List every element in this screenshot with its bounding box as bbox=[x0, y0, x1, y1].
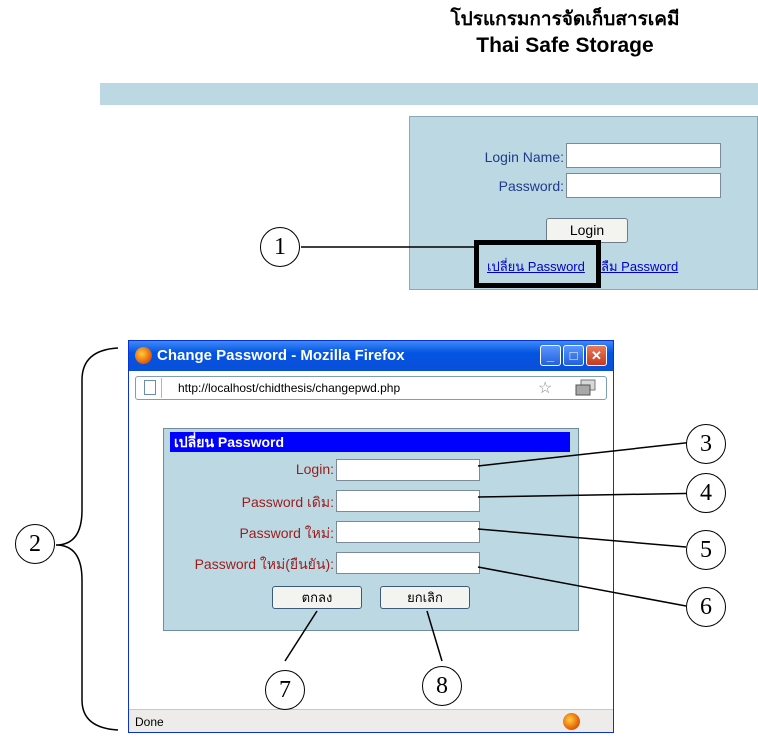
url-separator bbox=[161, 378, 162, 398]
status-text: Done bbox=[135, 715, 164, 729]
callout-3: 3 bbox=[686, 424, 726, 464]
cancel-button[interactable]: ยกเลิก bbox=[380, 586, 470, 609]
callout-4: 4 bbox=[686, 473, 726, 513]
url-text[interactable]: http://localhost/chidthesis/changepwd.ph… bbox=[178, 381, 400, 395]
window-titlebar[interactable]: Change Password - Mozilla Firefox _ □ ✕ bbox=[129, 341, 613, 371]
url-bar[interactable]: http://localhost/chidthesis/changepwd.ph… bbox=[135, 376, 607, 400]
forgot-password-link[interactable]: ลืม Password bbox=[601, 256, 678, 277]
confirm-password-label: Password ใหม่(ยืนยัน): bbox=[194, 556, 334, 572]
bookmark-star-icon[interactable]: ☆ bbox=[538, 378, 552, 398]
firefox-logo-icon bbox=[135, 347, 152, 364]
password-input[interactable] bbox=[566, 173, 721, 198]
minimize-icon[interactable]: _ bbox=[540, 345, 561, 366]
firefox-status-icon bbox=[563, 713, 580, 730]
window-title: Change Password - Mozilla Firefox bbox=[157, 347, 405, 364]
old-password-label: Password เดิม: bbox=[241, 494, 334, 510]
login-field-label: Login: bbox=[295, 461, 334, 477]
maximize-icon[interactable]: □ bbox=[563, 345, 584, 366]
old-password-input[interactable] bbox=[336, 490, 480, 512]
login-name-label: Login Name: bbox=[484, 149, 564, 165]
password-label: Password: bbox=[498, 178, 564, 194]
new-password-label: Password ใหม่: bbox=[239, 525, 334, 541]
ok-button[interactable]: ตกลง bbox=[272, 586, 362, 609]
header-banner bbox=[100, 83, 758, 105]
new-password-input[interactable] bbox=[336, 521, 480, 543]
callout-1: 1 bbox=[260, 227, 300, 267]
callout-6: 6 bbox=[686, 587, 726, 627]
change-password-window: Change Password - Mozilla Firefox _ □ ✕ … bbox=[128, 340, 614, 733]
change-password-form: เปลี่ยน Password Login: Password เดิม: P… bbox=[163, 428, 579, 631]
app-title-english: Thai Safe Storage bbox=[476, 34, 654, 57]
status-bar: Done bbox=[129, 709, 613, 732]
callout-8: 8 bbox=[422, 666, 462, 706]
callout-7: 7 bbox=[265, 670, 305, 710]
page-icon bbox=[144, 380, 156, 395]
close-icon[interactable]: ✕ bbox=[586, 345, 607, 366]
login-field-input[interactable] bbox=[336, 459, 480, 481]
highlight-box bbox=[474, 240, 601, 288]
login-name-input[interactable] bbox=[566, 143, 721, 168]
form-header: เปลี่ยน Password bbox=[170, 432, 570, 452]
confirm-password-input[interactable] bbox=[336, 552, 480, 574]
callout-5: 5 bbox=[686, 530, 726, 570]
callout-2: 2 bbox=[15, 524, 55, 564]
app-title-thai: โปรแกรมการจัดเก็บสารเคมี bbox=[450, 9, 680, 30]
window-restore-icon[interactable] bbox=[575, 379, 597, 397]
